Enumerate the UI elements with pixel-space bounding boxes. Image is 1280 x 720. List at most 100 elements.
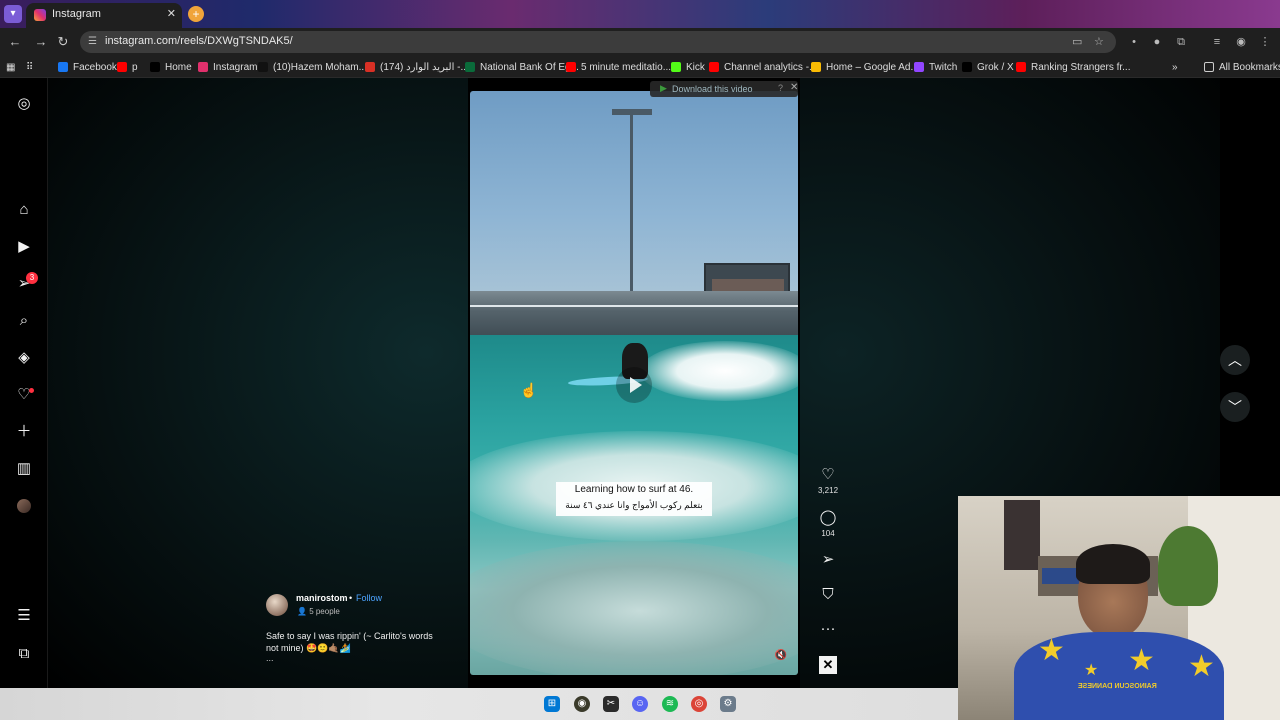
download-label[interactable]: Download this video bbox=[672, 84, 753, 94]
people-count: 5 people bbox=[309, 607, 340, 616]
mute-icon[interactable]: 🔇 bbox=[774, 649, 788, 663]
search-icon[interactable]: ⌕ bbox=[14, 311, 34, 331]
bookmark-item[interactable]: National Bank Of Eg... bbox=[465, 60, 579, 74]
bookmark-label: Home – Google Ad... bbox=[826, 61, 919, 73]
more-link[interactable]: ... bbox=[266, 653, 274, 663]
address-url[interactable]: instagram.com/reels/DXWgTSNDAK5/ bbox=[105, 35, 293, 47]
heart-icon: ♡ bbox=[821, 466, 835, 483]
bookmark-favicon-icon bbox=[914, 62, 924, 72]
spotify-app-icon[interactable]: ≋ bbox=[662, 696, 678, 712]
author-username[interactable]: manirostom bbox=[296, 593, 348, 603]
bookmark-grid-icon[interactable]: ⠿ bbox=[26, 60, 33, 74]
people-icon: 👤 bbox=[297, 607, 310, 616]
more-bookmarks-icon[interactable]: » bbox=[1172, 60, 1178, 74]
tab-search-button[interactable]: ▾ bbox=[4, 5, 22, 23]
save-button[interactable]: ⛉ bbox=[818, 586, 838, 604]
back-button[interactable]: ← bbox=[6, 33, 24, 51]
bookmark-item[interactable]: Instagram bbox=[198, 60, 257, 74]
home-icon[interactable]: ⌂ bbox=[14, 200, 34, 220]
obs-app-icon[interactable]: ◉ bbox=[574, 696, 590, 712]
media-control-icon[interactable]: ≡ bbox=[1210, 35, 1224, 49]
instagram-logo-icon[interactable]: ◎ bbox=[14, 94, 34, 114]
bookmark-label: Ranking Strangers fr... bbox=[1031, 61, 1131, 73]
bookmark-item[interactable]: (174) البريد الوارد -... bbox=[365, 60, 469, 74]
browser-window: ▾ Instagram ✕ + ← → ↻ ☰ instagram.com/re… bbox=[0, 0, 1280, 720]
bookmark-item[interactable]: Channel analytics -... bbox=[709, 60, 817, 74]
bookmark-apps-icon[interactable]: ▦ bbox=[6, 60, 15, 74]
download-close-icon[interactable]: ✕ bbox=[790, 82, 798, 93]
share-button[interactable]: ➢ bbox=[818, 551, 838, 569]
tab-instagram[interactable]: Instagram ✕ bbox=[26, 3, 182, 28]
wave-foam bbox=[640, 341, 798, 401]
webcam-hanging-jacket bbox=[1004, 500, 1040, 570]
bookmark-favicon-icon bbox=[1016, 62, 1026, 72]
tab-strip: ▾ Instagram ✕ + bbox=[0, 0, 1280, 28]
settings-app-icon[interactable]: ⚙ bbox=[720, 696, 736, 712]
bookmark-item[interactable]: Twitch bbox=[914, 60, 957, 74]
explore-icon[interactable]: ◈ bbox=[14, 348, 34, 368]
bookmark-item[interactable]: Home bbox=[150, 60, 192, 74]
help-icon[interactable]: ? bbox=[778, 83, 783, 93]
site-info-icon[interactable]: ☰ bbox=[88, 35, 102, 49]
bookmark-favicon-icon bbox=[811, 62, 821, 72]
shirt-text: ƎƧƎИИAᗡ ИUƆƧOИIAЯ bbox=[1078, 683, 1157, 690]
play-icon bbox=[630, 377, 642, 393]
shirt-star-icon: ★ bbox=[1128, 644, 1155, 677]
profile-circle-icon[interactable]: ● bbox=[1150, 35, 1164, 49]
extensions-puzzle-icon[interactable]: ⧉ bbox=[1174, 35, 1188, 49]
more-menu-icon[interactable]: ☰ bbox=[14, 606, 34, 626]
bookmark-item[interactable]: Grok / X bbox=[962, 60, 1014, 74]
comment-button[interactable]: ◯ 104 bbox=[818, 509, 838, 538]
notification-dot bbox=[29, 388, 34, 393]
dashboard-icon[interactable]: ▥ bbox=[14, 459, 34, 479]
close-x-icon[interactable]: ✕ bbox=[819, 656, 837, 674]
address-bar[interactable]: ☰ instagram.com/reels/DXWgTSNDAK5/ ▭ ☆ bbox=[80, 31, 1116, 53]
also-from-meta-icon[interactable]: ⧉ bbox=[14, 644, 34, 664]
shirt-star-icon: ★ bbox=[1038, 634, 1065, 667]
bookmark-label: National Bank Of Eg... bbox=[480, 61, 579, 73]
bookmark-label: Channel analytics -... bbox=[724, 61, 818, 73]
download-video-bar[interactable]: ▶ Download this video ? ✕ bbox=[650, 81, 798, 97]
bookmark-star-icon[interactable]: ☆ bbox=[1094, 35, 1104, 48]
capcut-app-icon[interactable]: ✂ bbox=[603, 696, 619, 712]
like-button[interactable]: ♡ 3,212 bbox=[818, 466, 838, 495]
wave-foam-bottom bbox=[470, 541, 798, 675]
reload-button[interactable]: ↻ bbox=[54, 33, 72, 51]
install-app-icon[interactable]: ▭ bbox=[1072, 35, 1082, 48]
windows-start-icon[interactable]: ⊞ bbox=[544, 696, 560, 712]
reels-icon[interactable]: ▶ bbox=[14, 237, 34, 257]
bookmark-item[interactable]: (10)Hazem Moham... bbox=[258, 60, 367, 74]
create-icon[interactable]: ＋ bbox=[14, 422, 34, 442]
bookmark-item[interactable]: p bbox=[117, 60, 138, 74]
next-reel-button[interactable]: ﹀ bbox=[1220, 392, 1250, 422]
more-options-button[interactable]: ··· bbox=[818, 620, 838, 638]
extension-icon[interactable]: • bbox=[1127, 35, 1141, 49]
bookmark-favicon-icon bbox=[566, 62, 576, 72]
bookmark-label: (10)Hazem Moham... bbox=[273, 61, 367, 73]
webcam-person-hair bbox=[1076, 544, 1150, 584]
forward-button[interactable]: → bbox=[32, 33, 50, 51]
collab-people[interactable]: 👤 5 people bbox=[297, 607, 340, 616]
bookmark-item[interactable]: 5 minute meditatio... bbox=[566, 60, 671, 74]
new-tab-button[interactable]: + bbox=[188, 6, 204, 22]
author-avatar[interactable] bbox=[266, 594, 288, 616]
hand-cursor-icon: ☝ bbox=[520, 382, 538, 398]
tab-close-icon[interactable]: ✕ bbox=[167, 7, 176, 20]
play-button[interactable] bbox=[616, 367, 652, 403]
chrome-app-icon[interactable]: ◎ bbox=[691, 696, 707, 712]
bookmark-favicon-icon bbox=[709, 62, 719, 72]
bookmark-favicon-icon bbox=[150, 62, 160, 72]
bookmark-item[interactable]: Ranking Strangers fr... bbox=[1016, 60, 1131, 74]
bookmark-item[interactable]: Facebook bbox=[58, 60, 117, 74]
all-bookmarks[interactable]: All Bookmarks bbox=[1204, 60, 1280, 74]
previous-reel-button[interactable]: ︿ bbox=[1220, 345, 1250, 375]
bookmark-item[interactable]: Kick bbox=[671, 60, 705, 74]
profile-avatar[interactable] bbox=[17, 499, 31, 513]
bookmark-favicon-icon bbox=[671, 62, 681, 72]
discord-app-icon[interactable]: ☺ bbox=[632, 696, 648, 712]
follow-button[interactable]: Follow bbox=[356, 593, 382, 603]
menu-kebab-icon[interactable]: ⋮ bbox=[1258, 35, 1272, 49]
bookmark-item[interactable]: Home – Google Ad... bbox=[811, 60, 919, 74]
profile-avatar-icon[interactable]: ◉ bbox=[1234, 35, 1248, 49]
more-dots-icon: ··· bbox=[820, 620, 836, 637]
